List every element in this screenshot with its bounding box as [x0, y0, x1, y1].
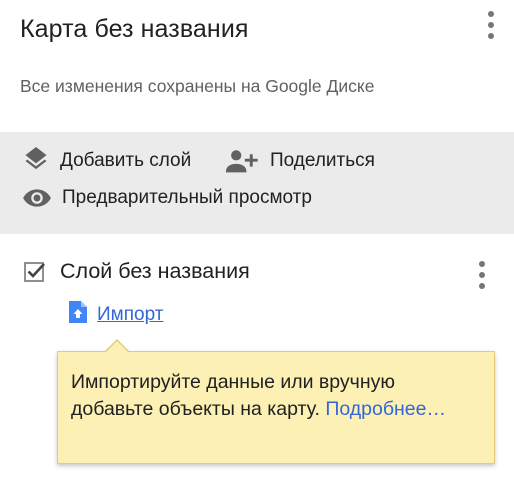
import-link[interactable]: Импорт: [97, 304, 163, 326]
tooltip-text: Импортируйте данные или вручную добавьте…: [71, 369, 471, 423]
import-tooltip: Импортируйте данные или вручную добавьте…: [57, 351, 495, 464]
layer-name[interactable]: Слой без названия: [60, 259, 250, 284]
layer-item: Слой без названия: [24, 259, 250, 284]
share-button[interactable]: Поделиться: [226, 147, 375, 175]
add-layer-button[interactable]: Добавить слой: [22, 147, 191, 175]
preview-button[interactable]: Предварительный просмотр: [22, 184, 312, 212]
import-row: Импорт: [69, 301, 163, 328]
map-header: Карта без названия Все изменения сохране…: [0, 0, 514, 132]
more-vert-icon[interactable]: [479, 8, 503, 42]
learn-more-link[interactable]: Подробнее…: [325, 398, 446, 420]
add-layer-label: Добавить слой: [60, 150, 192, 171]
map-toolbar: Добавить слой Поделиться Предварительный…: [0, 132, 514, 234]
tooltip-arrow-fill: [105, 341, 129, 353]
map-title[interactable]: Карта без названия: [20, 15, 249, 44]
preview-label: Предварительный просмотр: [62, 187, 312, 208]
save-status: Все изменения сохранены на Google Диске: [20, 76, 375, 96]
share-label: Поделиться: [270, 150, 375, 171]
layer-visibility-checkbox[interactable]: [24, 261, 46, 283]
person-add-icon: [226, 147, 260, 175]
eye-icon: [22, 184, 52, 212]
layer-options-icon[interactable]: [470, 258, 494, 292]
layers-icon: [22, 147, 50, 175]
file-upload-icon: [69, 301, 87, 328]
